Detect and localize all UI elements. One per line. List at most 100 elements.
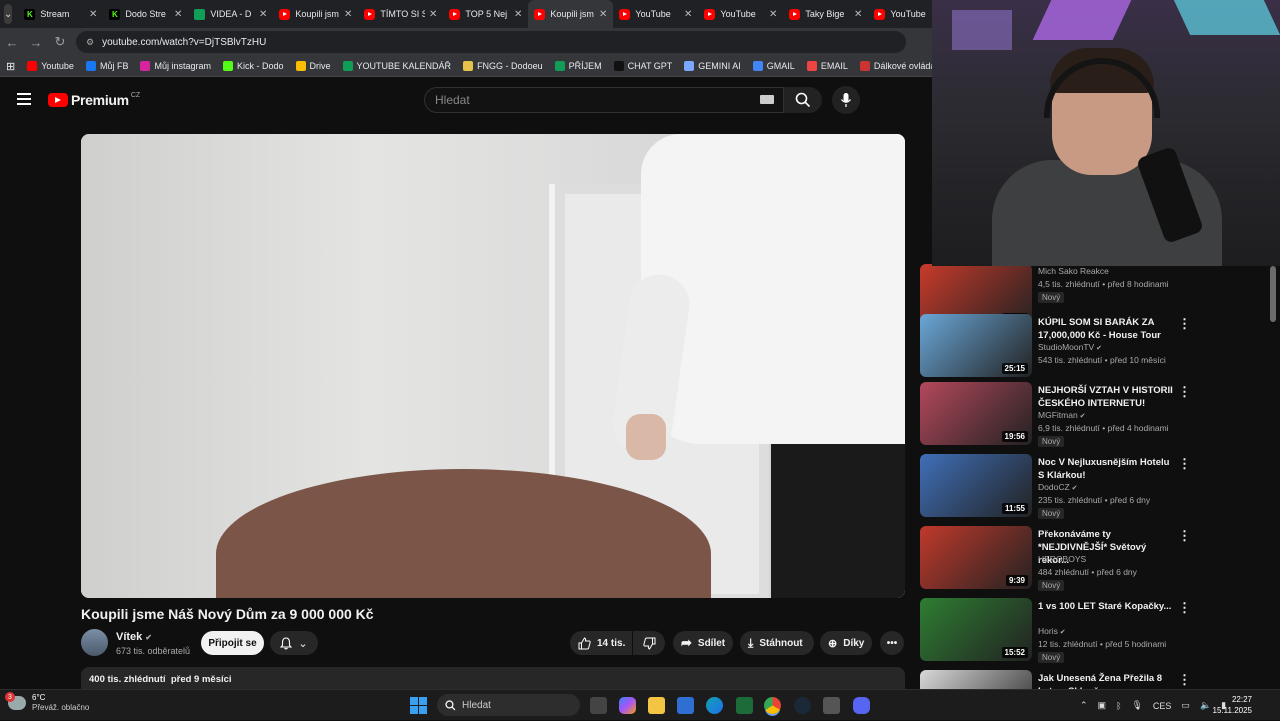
volume-icon[interactable]: 🔈	[1200, 700, 1211, 711]
video-thumbnail[interactable]: 19:56	[920, 382, 1032, 445]
close-icon[interactable]: ✕	[429, 9, 437, 20]
browser-tab[interactable]: VIDEA - D ✕	[188, 0, 273, 28]
dislike-button[interactable]	[633, 631, 665, 655]
forward-icon[interactable]: →	[24, 35, 48, 50]
video-thumbnail[interactable]: 15:52	[920, 598, 1032, 661]
close-icon[interactable]: ✕	[514, 9, 522, 20]
search-input[interactable]: Hledat	[424, 87, 784, 113]
recommended-video[interactable]: 25:15 KÚPIL SOM SI BARÁK ZA 17,000,000 Kč…	[920, 314, 1191, 378]
bookmark-item[interactable]: Můj FB	[80, 61, 135, 71]
browser-tab[interactable]: YouTube ✕	[613, 0, 698, 28]
more-vert-icon[interactable]: ⋮	[1178, 672, 1191, 688]
video-thumbnail[interactable]	[920, 670, 1032, 689]
close-icon[interactable]: ✕	[599, 9, 607, 20]
bookmark-item[interactable]: EMAIL	[801, 61, 854, 71]
description-box[interactable]: 400 tis. zhlédnutí před 9 měsíci	[81, 667, 905, 689]
menu-icon[interactable]	[17, 93, 31, 105]
video-channel[interactable]: HEROBOYS	[1038, 554, 1086, 564]
channel-avatar[interactable]	[81, 629, 108, 656]
browser-tab[interactable]: YouTube ✕	[698, 0, 783, 28]
close-icon[interactable]: ✕	[344, 9, 352, 20]
channel-name[interactable]: Vítek ✔	[116, 631, 152, 643]
taskbar-search[interactable]: Hledat	[437, 694, 580, 716]
share-button[interactable]: ➦ Sdílet	[673, 631, 733, 655]
video-player[interactable]	[81, 134, 905, 598]
bluetooth-icon[interactable]: ᛒ	[1116, 701, 1121, 711]
video-channel[interactable]: Mich Sako Reakce	[1038, 266, 1109, 276]
chevron-up-icon[interactable]: ⌃	[1080, 700, 1088, 711]
more-vert-icon[interactable]: ⋮	[1178, 384, 1191, 400]
video-title[interactable]: Jak Unesená Žena Přežila 8 Let ve Sklepě	[1038, 672, 1178, 689]
video-thumbnail[interactable]: 9:39	[920, 526, 1032, 589]
bookmark-item[interactable]: Kick - Dodo	[217, 61, 290, 71]
video-title[interactable]: 1 vs 100 LET Staré Kopačky...	[1038, 600, 1178, 613]
thanks-button[interactable]: ⊕ Díky	[820, 631, 872, 655]
video-channel[interactable]: DodoCZ ✔	[1038, 482, 1077, 492]
weather-widget[interactable]: 3 6°C Převáž. oblačno	[5, 692, 89, 713]
voice-search-button[interactable]	[832, 86, 860, 114]
taskbar-clock[interactable]: 22:27 15.11.2025	[1212, 694, 1252, 716]
close-icon[interactable]: ✕	[89, 9, 97, 20]
youtube-premium-logo[interactable]: Premium CZ	[48, 92, 140, 108]
video-thumbnail[interactable]: 25:15	[920, 314, 1032, 377]
bookmark-item[interactable]: Můj instagram	[134, 61, 217, 71]
microphone-icon[interactable]: 🎙	[1131, 700, 1142, 711]
recommended-video[interactable]: Jak Unesená Žena Přežila 8 Let ve Sklepě…	[920, 670, 1191, 689]
browser-tab[interactable]: Koupili jsm ✕	[273, 0, 358, 28]
more-vert-icon[interactable]: ⋮	[1178, 456, 1191, 472]
tray-app-icon[interactable]: ▣	[1098, 700, 1107, 711]
calculator-icon[interactable]	[823, 697, 840, 714]
close-icon[interactable]: ✕	[174, 9, 182, 20]
bookmark-item[interactable]: Drive	[290, 61, 337, 71]
close-icon[interactable]: ✕	[854, 9, 862, 20]
video-channel[interactable]: StudioMoonTV ✔	[1038, 342, 1102, 352]
bookmark-item[interactable]: Youtube	[21, 61, 80, 71]
windows-start-icon[interactable]	[410, 697, 427, 714]
video-thumbnail[interactable]: 11:55	[920, 454, 1032, 517]
recommended-video[interactable]: 11:55 Noc V Nejluxusnějším Hotelu S Klárk…	[920, 454, 1191, 519]
bookmark-item[interactable]: GEMINI AI	[678, 61, 747, 71]
close-icon[interactable]: ✕	[684, 9, 692, 20]
bookmark-item[interactable]: CHAT GPT	[608, 61, 679, 71]
steam-icon[interactable]	[794, 697, 811, 714]
site-info-icon[interactable]: ⚙	[86, 37, 94, 48]
tab-search-menu-button[interactable]: ⌄	[4, 4, 13, 24]
browser-tab[interactable]: TOP 5 Nej ✕	[443, 0, 528, 28]
more-vert-icon[interactable]: ⋮	[1178, 600, 1191, 616]
bookmark-item[interactable]: FNGG - Dodoeu	[457, 61, 549, 71]
browser-tab[interactable]: TÍMTO SI S ✕	[358, 0, 443, 28]
address-bar[interactable]: ⚙ youtube.com/watch?v=DjTSBlvTzHU	[76, 31, 906, 53]
video-channel[interactable]: Horis ✔	[1038, 626, 1066, 636]
bookmark-item[interactable]: PŘÍJEM	[549, 61, 608, 71]
language-indicator[interactable]: CES	[1153, 701, 1172, 711]
close-icon[interactable]: ✕	[769, 9, 777, 20]
more-actions-button[interactable]: •••	[880, 631, 904, 655]
browser-tab[interactable]: Koupili jsm ✕	[528, 0, 614, 28]
bookmark-item[interactable]: GMAIL	[747, 61, 801, 71]
outlook-icon[interactable]	[677, 697, 694, 714]
browser-tab[interactable]: K Stream ✕	[18, 0, 103, 28]
recommended-video[interactable]: 15:52 1 vs 100 LET Staré Kopačky... Horis …	[920, 598, 1191, 663]
chrome-icon[interactable]	[764, 697, 781, 714]
join-button[interactable]: Připojit se	[201, 631, 264, 655]
browser-tab[interactable]: Taky Bige ✕	[783, 0, 868, 28]
keyboard-icon[interactable]	[760, 95, 774, 104]
close-icon[interactable]: ✕	[259, 9, 267, 20]
task-view-icon[interactable]	[590, 697, 607, 714]
download-button[interactable]: ⤓ Stáhnout	[740, 631, 814, 655]
edge-icon[interactable]	[706, 697, 723, 714]
video-title[interactable]: NEJHORŠÍ VZTAH V HISTORII ČESKÉHO INTERN…	[1038, 384, 1178, 410]
video-title[interactable]: Noc V Nejluxusnějším Hotelu S Klárkou!	[1038, 456, 1178, 482]
bookmark-item[interactable]: YOUTUBE KALENDÁŘ	[337, 61, 458, 71]
video-title[interactable]: KÚPIL SOM SI BARÁK ZA 17,000,000 Kč - Ho…	[1038, 316, 1178, 342]
discord-icon[interactable]	[853, 697, 870, 714]
more-vert-icon[interactable]: ⋮	[1178, 528, 1191, 544]
file-explorer-icon[interactable]	[648, 697, 665, 714]
excel-icon[interactable]	[736, 697, 753, 714]
notification-bell-button[interactable]: ⌄	[270, 631, 318, 655]
apps-icon[interactable]: ⊞	[0, 60, 21, 73]
recommended-video[interactable]: 19:56 NEJHORŠÍ VZTAH V HISTORII ČESKÉHO I…	[920, 382, 1191, 447]
recommended-video[interactable]: 9:39 Překonáváme ty *NEJDIVNĚJŠÍ* Světový…	[920, 526, 1191, 591]
back-icon[interactable]: ←	[0, 35, 24, 50]
bookmark-item[interactable]: Dálkové ovládání M...	[854, 61, 932, 71]
